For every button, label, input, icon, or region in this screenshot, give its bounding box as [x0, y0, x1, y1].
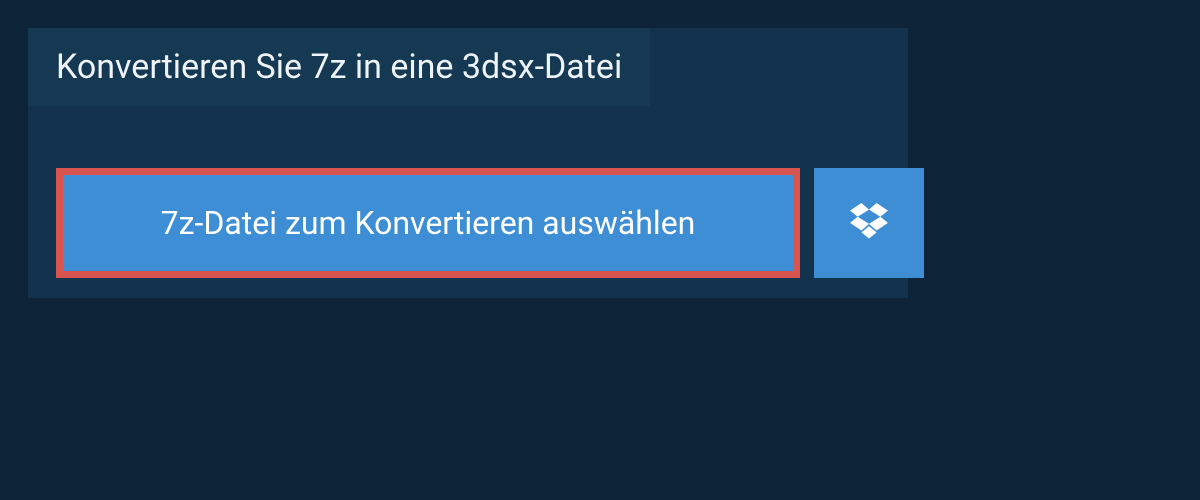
- converter-panel: Konvertieren Sie 7z in eine 3dsx-Datei 7…: [28, 28, 908, 298]
- dropbox-icon: [850, 203, 888, 243]
- header-bar: Konvertieren Sie 7z in eine 3dsx-Datei: [28, 28, 650, 106]
- select-file-label: 7z-Datei zum Konvertieren auswählen: [161, 204, 696, 242]
- dropbox-button[interactable]: [814, 168, 924, 278]
- upload-button-row: 7z-Datei zum Konvertieren auswählen: [56, 168, 924, 278]
- select-file-button[interactable]: 7z-Datei zum Konvertieren auswählen: [56, 168, 800, 278]
- page-title: Konvertieren Sie 7z in eine 3dsx-Datei: [56, 47, 622, 87]
